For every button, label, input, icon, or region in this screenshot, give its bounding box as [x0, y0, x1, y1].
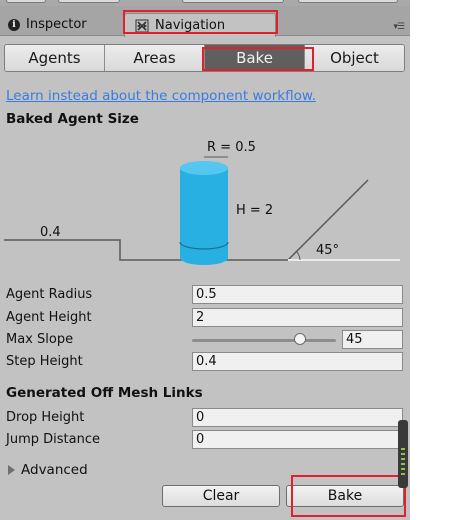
- drop-height-label: Drop Height: [6, 410, 85, 425]
- toolbar-button[interactable]: [6, 0, 46, 3]
- max-slope-slider-track[interactable]: [192, 339, 336, 342]
- drop-height-input[interactable]: 0: [192, 408, 403, 427]
- tab-areas[interactable]: Areas: [105, 45, 205, 71]
- advanced-label: Advanced: [21, 462, 88, 478]
- drop-height-row: Drop Height 0: [6, 408, 406, 428]
- tab-object[interactable]: Object: [305, 45, 404, 71]
- vertical-scrollbar[interactable]: [398, 420, 408, 488]
- jump-distance-label: Jump Distance: [6, 432, 100, 447]
- slope-angle-arc: [295, 250, 301, 261]
- jump-distance-row: Jump Distance 0: [6, 430, 406, 450]
- tab-bake[interactable]: Bake: [205, 45, 305, 71]
- radius-label: R = 0.5: [207, 140, 256, 155]
- max-slope-row: Max Slope 45: [6, 330, 406, 350]
- max-slope-label: Max Slope: [6, 332, 74, 347]
- tab-navigation[interactable]: Navigation: [124, 13, 276, 37]
- agent-radius-label: Agent Radius: [6, 287, 93, 302]
- height-label: H = 2: [236, 203, 274, 218]
- toolbar-button[interactable]: [182, 0, 284, 3]
- agent-size-diagram: R = 0.5 H = 2 0.4 45°: [0, 130, 410, 275]
- jump-distance-input[interactable]: 0: [192, 430, 403, 449]
- step-height-field-label: Step Height: [6, 354, 83, 369]
- info-icon: i: [8, 19, 20, 31]
- agent-height-label: Agent Height: [6, 310, 92, 325]
- bake-button[interactable]: Bake: [286, 485, 404, 507]
- agent-radius-input[interactable]: 0.5: [192, 285, 403, 304]
- max-slope-slider-thumb[interactable]: [294, 333, 306, 345]
- navigation-mode-tabs: Agents Areas Bake Object: [4, 44, 405, 72]
- foldout-arrow-icon: [8, 465, 15, 475]
- toolbar-button[interactable]: [58, 0, 120, 3]
- agent-height-row: Agent Height 2: [6, 308, 406, 328]
- max-slope-input[interactable]: 45: [342, 330, 403, 349]
- tab-navigation-label: Navigation: [155, 17, 226, 33]
- off-mesh-links-title: Generated Off Mesh Links: [6, 385, 203, 401]
- window-menu-icon[interactable]: ▾☰: [393, 22, 405, 32]
- toolbar-button[interactable]: [298, 0, 398, 3]
- agent-diagram-graphic: [4, 156, 400, 265]
- navigation-icon: [135, 19, 149, 32]
- step-height-row: Step Height 0.4: [6, 352, 406, 372]
- step-height-label: 0.4: [40, 225, 61, 240]
- step-height-input[interactable]: 0.4: [192, 352, 403, 371]
- agent-radius-row: Agent Radius 0.5: [6, 285, 406, 305]
- slope-angle-label: 45°: [316, 243, 340, 258]
- navigation-window: i Inspector Navigation ▾☰ Agents Areas B…: [0, 0, 410, 520]
- tab-inspector-label: Inspector: [26, 17, 87, 32]
- advanced-foldout[interactable]: Advanced: [8, 462, 88, 478]
- component-workflow-link[interactable]: Learn instead about the component workfl…: [6, 88, 316, 104]
- clear-button[interactable]: Clear: [162, 485, 280, 507]
- agent-height-input[interactable]: 2: [192, 308, 403, 327]
- baked-agent-size-title: Baked Agent Size: [6, 111, 139, 127]
- agent-cylinder: [179, 161, 229, 265]
- tab-agents[interactable]: Agents: [5, 45, 105, 71]
- tab-inspector[interactable]: i Inspector: [8, 13, 87, 37]
- window-tab-bar: i Inspector Navigation ▾☰: [0, 6, 410, 37]
